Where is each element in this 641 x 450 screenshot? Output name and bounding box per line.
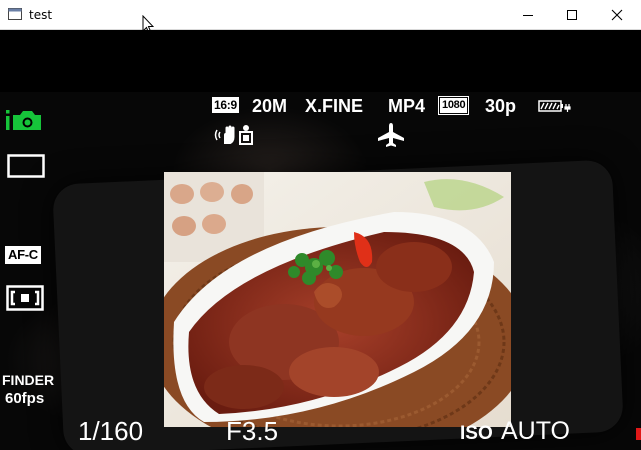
steadyshot-icon: [214, 125, 235, 144]
movie-resolution-badge: 1080: [437, 96, 470, 115]
close-icon: [611, 9, 623, 21]
image-size: 20M: [252, 96, 288, 116]
focus-mode-badge: AF-C: [5, 246, 41, 264]
iso-indicator-mark: [636, 428, 641, 440]
app-window-icon: [8, 8, 22, 20]
image-quality: X.FINE: [305, 96, 364, 116]
window-title: test: [29, 8, 53, 22]
aspect-ratio-badge: 16:9: [212, 97, 239, 113]
camera-live-view[interactable]: AF-C FINDER 60fps 16:9 20M X.FINE MP4 10…: [0, 30, 641, 450]
minimize-button[interactable]: [505, 0, 551, 30]
aperture-value: F3.5: [226, 416, 279, 446]
top-black-band: [0, 30, 641, 92]
shutter-speed: 1/160: [78, 416, 144, 446]
maximize-icon: [567, 10, 577, 20]
single-shot-frame-icon: [7, 154, 45, 178]
airplane-mode-icon: [378, 123, 404, 147]
battery-charging-icon: [538, 100, 571, 112]
maximize-button[interactable]: [549, 0, 595, 30]
iso-value: AUTO: [501, 417, 570, 445]
iso-label: ISO: [460, 423, 493, 444]
finder-fps: 60fps: [5, 390, 45, 407]
movie-format: MP4: [388, 96, 426, 116]
minimize-icon: [523, 15, 533, 16]
intelligent-auto-camera-icon: [6, 110, 41, 130]
scene-recognition-icon: [239, 125, 253, 145]
focus-area-icon: [6, 285, 44, 311]
finder-label: FINDER: [2, 372, 55, 388]
window-titlebar[interactable]: test: [0, 0, 641, 35]
food-photo-on-phone: [164, 172, 511, 427]
close-button[interactable]: [594, 0, 640, 30]
frame-rate: 30p: [485, 96, 517, 116]
